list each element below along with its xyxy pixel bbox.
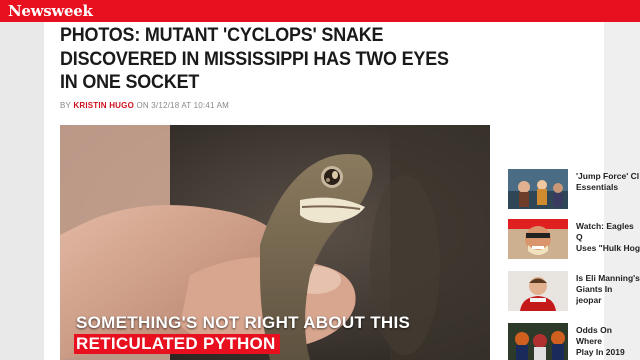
related-story-title: Watch: Eagles Q Uses "Hulk Hog xyxy=(576,221,640,253)
related-story-title: Odds On Where Play In 2019 Rel xyxy=(576,325,625,360)
related-story-thumbnail xyxy=(508,271,568,311)
left-gutter xyxy=(0,22,44,360)
related-story-4[interactable]: Odds On Where Play In 2019 Rel xyxy=(508,323,640,360)
video-caption-line2: RETICULATED PYTHON xyxy=(74,334,280,354)
article-hero-video[interactable]: SOMETHING'S NOT RIGHT ABOUT THIS RETICUL… xyxy=(60,125,490,360)
related-story-title: 'Jump Force' Cl Essentials xyxy=(576,171,640,192)
byline-prefix: BY xyxy=(60,101,71,110)
newsweek-logo[interactable]: Newsweek xyxy=(8,2,93,20)
related-story-title: Is Eli Manning's Giants In jeopar xyxy=(576,273,640,305)
related-story-thumbnail xyxy=(508,323,568,360)
related-story-thumbnail xyxy=(508,169,568,209)
article-main: PHOTOS: MUTANT 'CYCLOPS' SNAKE DISCOVERE… xyxy=(44,22,504,360)
top-navigation-bar: Newsweek xyxy=(0,0,640,22)
article-byline: BY KRISTIN HUGO ON 3/12/18 AT 10:41 AM xyxy=(60,101,229,110)
author-link[interactable]: KRISTIN HUGO xyxy=(73,101,134,110)
related-story-2[interactable]: Watch: Eagles Q Uses "Hulk Hog xyxy=(508,219,640,261)
related-story-1[interactable]: 'Jump Force' Cl Essentials xyxy=(508,169,640,211)
related-stories-sidebar: 'Jump Force' Cl Essentials Watch: Eagles… xyxy=(504,22,640,360)
byline-date: ON 3/12/18 AT 10:41 AM xyxy=(136,101,230,110)
related-story-thumbnail xyxy=(508,219,568,259)
article-headline: PHOTOS: MUTANT 'CYCLOPS' SNAKE DISCOVERE… xyxy=(60,24,449,93)
related-story-3[interactable]: Is Eli Manning's Giants In jeopar xyxy=(508,271,640,313)
video-caption-line1: SOMETHING'S NOT RIGHT ABOUT THIS xyxy=(76,313,411,332)
